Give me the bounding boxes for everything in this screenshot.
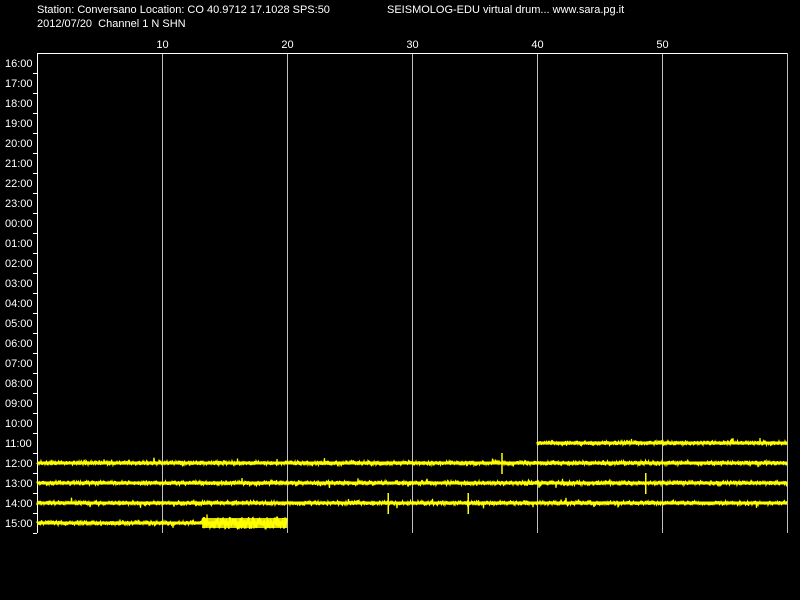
hour-label: 21:00 bbox=[5, 158, 33, 170]
hour-label: 17:00 bbox=[5, 78, 33, 90]
hour-label: 01:00 bbox=[5, 238, 33, 250]
trace-noise-15:00 bbox=[202, 518, 287, 528]
hour-label: 00:00 bbox=[5, 218, 33, 230]
hour-label: 07:00 bbox=[5, 358, 33, 370]
hour-label: 03:00 bbox=[5, 278, 33, 290]
hour-label: 15:00 bbox=[5, 518, 33, 530]
hour-label: 05:00 bbox=[5, 318, 33, 330]
hour-label: 20:00 bbox=[5, 138, 33, 150]
x-tick-label: 20 bbox=[281, 39, 293, 51]
hour-label: 14:00 bbox=[5, 498, 33, 510]
hour-label: 19:00 bbox=[5, 118, 33, 130]
hour-label: 11:00 bbox=[5, 438, 32, 450]
hour-label: 06:00 bbox=[5, 338, 33, 350]
hour-row-labels: 16:00 17:00 18:00 19:00 20:00 21:00 22:00 23:00… bbox=[5, 58, 37, 534]
hour-label: 08:00 bbox=[5, 378, 33, 390]
hour-label: 04:00 bbox=[5, 298, 33, 310]
x-tick-labels: 10 20 30 40 50 bbox=[156, 39, 668, 51]
seismogram-drum: 10 20 30 40 50 16:00 17:00 18:00 19:00 20:00 21:0… bbox=[5, 39, 788, 534]
x-tick-label: 40 bbox=[531, 39, 543, 51]
hour-label: 13:00 bbox=[5, 478, 33, 490]
x-tick-label: 10 bbox=[156, 39, 168, 51]
hour-label: 18:00 bbox=[5, 98, 33, 110]
hour-label: 22:00 bbox=[5, 178, 33, 190]
hour-label: 02:00 bbox=[5, 258, 33, 270]
hour-label: 10:00 bbox=[5, 418, 33, 430]
x-tick-label: 50 bbox=[656, 39, 668, 51]
hour-label: 23:00 bbox=[5, 198, 33, 210]
hour-label: 09:00 bbox=[5, 398, 33, 410]
hour-label: 12:00 bbox=[5, 458, 33, 470]
x-tick-label: 30 bbox=[406, 39, 418, 51]
hour-label: 16:00 bbox=[5, 58, 33, 70]
